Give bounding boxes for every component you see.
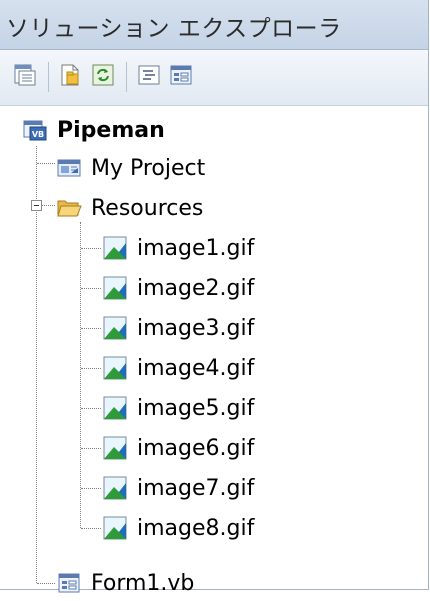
tree-connector <box>80 222 81 528</box>
tree-node-image-file[interactable]: image3.gif <box>102 310 254 346</box>
project-name: Pipeman <box>57 117 165 143</box>
tree-node-image-file[interactable]: image1.gif <box>102 230 254 266</box>
properties-icon <box>12 62 38 92</box>
project-properties-icon <box>56 155 82 181</box>
refresh-button[interactable] <box>88 62 118 92</box>
resources-label: Resources <box>91 195 204 221</box>
image-file-label: image7.gif <box>137 475 255 501</box>
tree-connector <box>81 328 101 329</box>
toolbar-separator <box>126 62 127 92</box>
image-file-icon <box>102 235 128 261</box>
tree-connector <box>81 368 101 369</box>
image-file-label: image2.gif <box>137 275 255 301</box>
my-project-label: My Project <box>91 155 206 181</box>
image-file-icon <box>102 435 128 461</box>
image-file-label: image3.gif <box>137 315 255 341</box>
title-bar: ソリューション エクスプローラ <box>0 0 428 50</box>
tree-node-image-file[interactable]: image8.gif <box>102 510 254 546</box>
view-code-icon <box>136 62 162 92</box>
solution-tree: VB Pipeman My Project Resources image1.g… <box>0 106 428 596</box>
show-all-files-icon <box>58 62 84 92</box>
form-icon <box>56 570 82 596</box>
tree-node-image-file[interactable]: image4.gif <box>102 350 254 386</box>
show-all-files-button[interactable] <box>56 62 86 92</box>
tree-node-image-file[interactable]: image6.gif <box>102 430 254 466</box>
tree-connector <box>81 288 101 289</box>
image-file-label: image4.gif <box>137 355 255 381</box>
tree-node-image-file[interactable]: image7.gif <box>102 470 254 506</box>
image-file-label: image5.gif <box>137 395 255 421</box>
image-file-icon <box>102 395 128 421</box>
image-file-label: image8.gif <box>137 515 255 541</box>
svg-text:VB: VB <box>32 130 44 139</box>
tree-node-resources-folder[interactable]: Resources <box>56 190 203 226</box>
toolbar <box>0 50 428 106</box>
tree-connector <box>37 163 55 164</box>
image-file-icon <box>102 475 128 501</box>
image-file-icon <box>102 275 128 301</box>
solution-explorer-panel: ソリューション エクスプローラ VB Pipeman My Project Re… <box>0 0 429 596</box>
properties-button[interactable] <box>10 62 40 92</box>
refresh-icon <box>90 62 116 92</box>
image-file-icon <box>102 355 128 381</box>
window-title: ソリューション エクスプローラ <box>6 16 342 42</box>
tree-connector <box>81 248 101 249</box>
image-file-icon <box>102 515 128 541</box>
tree-node-project[interactable]: VB Pipeman <box>22 112 165 148</box>
folder-open-icon <box>56 195 82 221</box>
tree-connector <box>81 408 101 409</box>
tree-node-image-file[interactable]: image2.gif <box>102 270 254 306</box>
view-designer-icon <box>168 62 194 92</box>
tree-connector <box>37 583 55 584</box>
vb-project-icon: VB <box>22 117 48 143</box>
form-file-label: Form1.vb <box>91 570 195 596</box>
tree-connector <box>81 448 101 449</box>
image-file-label: image6.gif <box>137 435 255 461</box>
tree-connector <box>81 488 101 489</box>
view-code-button[interactable] <box>134 62 164 92</box>
tree-connector <box>42 205 55 206</box>
tree-node-image-file[interactable]: image5.gif <box>102 390 254 426</box>
tree-node-form-file[interactable]: Form1.vb <box>56 565 194 601</box>
image-file-icon <box>102 315 128 341</box>
tree-connector <box>81 528 101 529</box>
view-designer-button[interactable] <box>166 62 196 92</box>
collapse-toggle[interactable] <box>31 200 42 211</box>
toolbar-separator <box>48 62 49 92</box>
image-file-label: image1.gif <box>137 235 255 261</box>
tree-connector <box>36 146 37 583</box>
tree-node-my-project[interactable]: My Project <box>56 150 205 186</box>
